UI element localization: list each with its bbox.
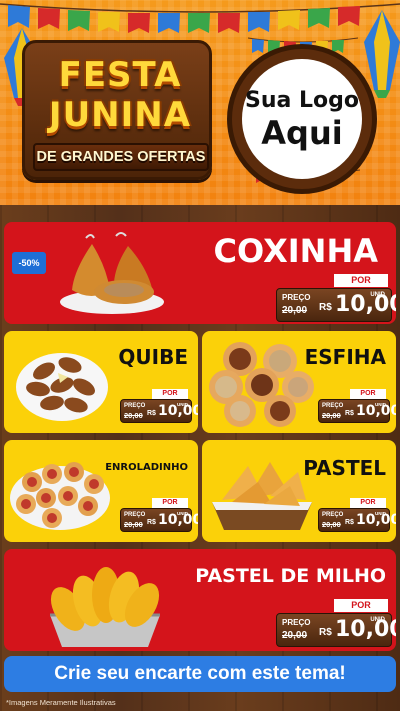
title-subtitle: DE GRANDES OFERTAS	[33, 143, 209, 171]
product-name-quibe: QUIBE	[118, 345, 188, 369]
title-line2: JUNINA	[48, 95, 192, 135]
price-por-label: POR	[334, 274, 388, 287]
unit-label: UNID	[375, 511, 386, 516]
product-card-enroladinho[interactable]: ENROLADINHO POR PREÇO 20,00 R$ 10,00 UNI…	[4, 440, 198, 542]
price-preco-label: PREÇO	[124, 512, 146, 518]
old-price: 20,00	[124, 520, 143, 529]
logo-placeholder[interactable]: Sua Logo Aqui	[227, 44, 377, 194]
product-name-pastel-de-milho: PASTEL DE MILHO	[195, 565, 386, 587]
price-por-label: POR	[350, 389, 386, 399]
old-price: 20,00	[282, 630, 308, 641]
price-tag-quibe: POR PREÇO 20,00 R$ 10,00 UNID	[120, 389, 198, 423]
title-line1: FESTA	[58, 55, 182, 95]
price-tag-esfiha: POR PREÇO 20,00 R$ 10,00 UNID	[318, 389, 396, 423]
old-price: 20,00	[124, 411, 143, 420]
unit-label: UNID	[375, 402, 386, 407]
price-box: PREÇO 20,00 R$ 10,00 UNID	[120, 508, 198, 532]
new-price: 10,00	[335, 292, 396, 317]
price-por-label: POR	[334, 599, 388, 612]
old-price: 20,00	[282, 305, 308, 316]
discount-badge: -50%	[12, 252, 46, 274]
product-card-pastel-de-milho[interactable]: PASTEL DE MILHO POR PREÇO 20,00 R$ 10,00…	[4, 549, 396, 651]
price-tag-pastel: POR PREÇO 20,00 R$ 10,00 UNID	[318, 498, 396, 532]
currency-symbol: R$	[147, 410, 156, 417]
logo-text-line1: Sua Logo	[244, 88, 359, 113]
price-preco-label: PREÇO	[322, 403, 344, 409]
product-name-coxinha: COXINHA	[213, 232, 378, 270]
coxinha-icon	[60, 232, 164, 314]
old-price: 20,00	[322, 411, 341, 420]
unit-label: UNID	[177, 511, 188, 516]
price-box: PREÇO 20,00 R$ 10,00 UNID	[276, 613, 396, 647]
esfiha-icon	[209, 342, 314, 427]
price-por-label: POR	[152, 498, 188, 508]
currency-symbol: R$	[319, 302, 332, 313]
currency-symbol: R$	[345, 519, 354, 526]
currency-symbol: R$	[345, 410, 354, 417]
logo-text-line2: Aqui	[261, 114, 343, 152]
product-card-pastel[interactable]: PASTEL POR PREÇO 20,00 R$ 10,00 UNID	[202, 440, 396, 542]
unit-label: UNID	[370, 617, 385, 623]
product-card-quibe[interactable]: QUIBE POR PREÇO 20,00 R$ 10,00 UNID	[4, 331, 198, 433]
currency-symbol: R$	[147, 519, 156, 526]
bunting-flags-icon	[0, 3, 400, 33]
price-box: PREÇO 20,00 R$ 10,00 UNID	[276, 288, 396, 322]
product-card-esfiha[interactable]: ESFIHA POR PREÇO 20,00 R$ 10,00 UNID	[202, 331, 396, 433]
price-preco-label: PREÇO	[282, 293, 311, 302]
product-name-pastel: PASTEL	[303, 456, 386, 480]
create-flyer-button[interactable]: Crie seu encarte com este tema!	[4, 656, 396, 692]
unit-label: UNID	[177, 402, 188, 407]
disclaimer-text: *Imagens Meramente Ilustrativas	[6, 698, 116, 707]
price-tag-enroladinho: POR PREÇO 20,00 R$ 10,00 UNID	[120, 498, 198, 532]
festa-junina-title: FESTA JUNINA DE GRANDES OFERTAS	[22, 40, 212, 180]
product-name-esfiha: ESFIHA	[304, 345, 386, 369]
price-por-label: POR	[350, 498, 386, 508]
logo-circle: Sua Logo Aqui	[242, 59, 362, 179]
price-box: PREÇO 20,00 R$ 10,00 UNID	[318, 399, 396, 423]
product-name-enroladinho: ENROLADINHO	[105, 462, 188, 473]
price-box: PREÇO 20,00 R$ 10,00 UNID	[120, 399, 198, 423]
pastel-icon	[212, 462, 312, 530]
price-preco-label: PREÇO	[124, 403, 146, 409]
unit-label: UNID	[370, 292, 385, 298]
currency-symbol: R$	[319, 627, 332, 638]
price-tag-coxinha: POR PREÇO 20,00 R$ 10,00 UNID	[276, 274, 396, 322]
price-tag-pastel-de-milho: POR PREÇO 20,00 R$ 10,00 UNID	[276, 599, 396, 647]
quibe-icon	[16, 353, 108, 421]
header-banner: FESTA JUNINA DE GRANDES OFERTAS Sua Logo…	[0, 0, 400, 205]
price-preco-label: PREÇO	[282, 618, 311, 627]
price-preco-label: PREÇO	[322, 512, 344, 518]
price-box: PREÇO 20,00 R$ 10,00 UNID	[318, 508, 396, 532]
old-price: 20,00	[322, 520, 341, 529]
pastel-de-milho-icon	[50, 567, 160, 647]
product-card-coxinha[interactable]: -50% COXINHA POR PREÇO 20,00 R$ 10,00 UN…	[4, 222, 396, 324]
enroladinho-icon	[10, 462, 110, 530]
new-price: 10,00	[335, 617, 396, 642]
price-por-label: POR	[152, 389, 188, 399]
